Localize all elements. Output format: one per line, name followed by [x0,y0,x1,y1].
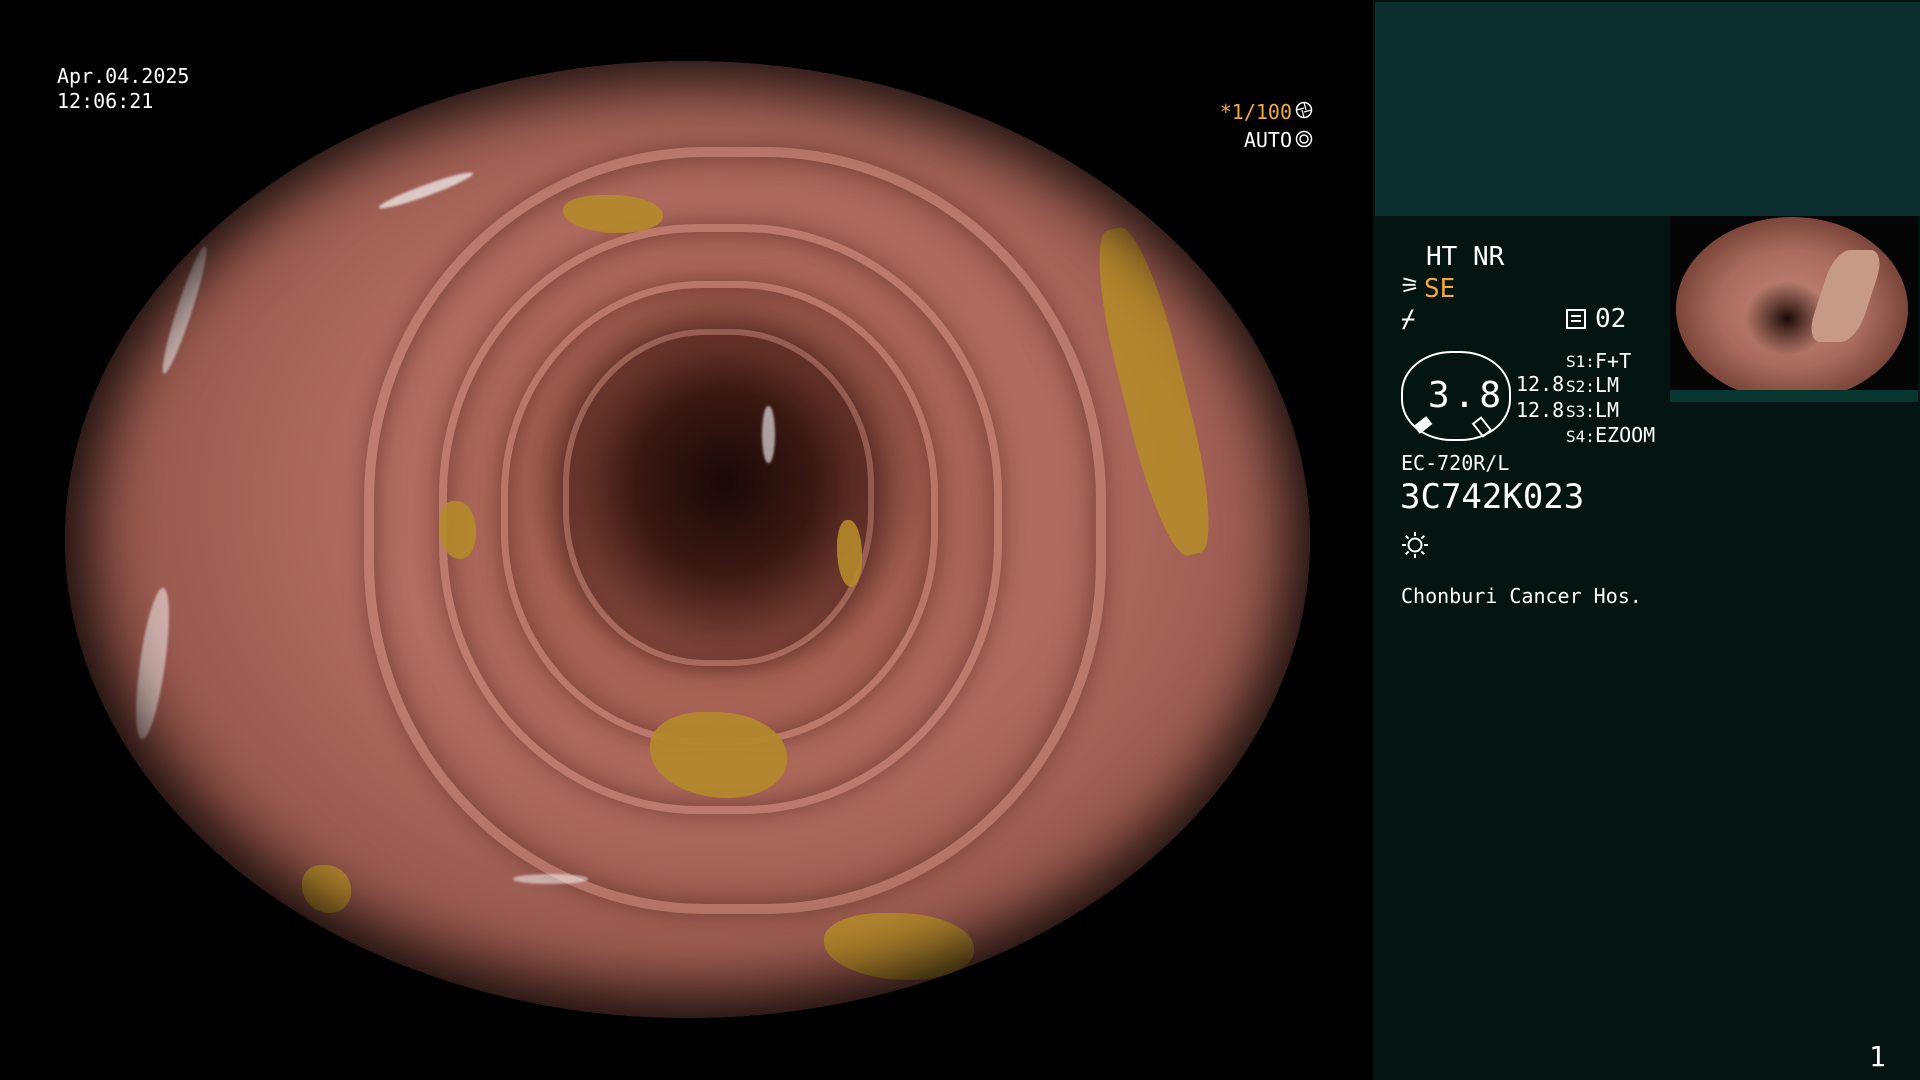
info-panel-header [1375,2,1920,216]
light-reflection [762,405,775,463]
structure-enhance: SE [1424,274,1456,304]
switch-key: S1: [1566,352,1595,371]
hospital-name: Chonburi Cancer Hos. [1401,584,1642,608]
switch-key: S4: [1566,427,1595,446]
residue-deposit [824,912,974,980]
switch-key: S2: [1566,377,1595,396]
switch-key: S3: [1566,402,1595,421]
light-reflection [513,874,588,884]
thumbnail-scope-image [1676,217,1908,401]
switch-value: LM [1595,398,1620,422]
processing-mode: HT NR [1426,242,1505,272]
se-icon: ⚞ [1400,274,1420,299]
mucosal-fold [563,328,874,667]
scope-top-mask [0,0,1373,61]
thumbnail-info-strip [1670,390,1918,402]
switch-value: EZOOM [1595,423,1656,447]
switch-value: F+T [1595,349,1632,373]
captured-image-thumbnail[interactable] [1670,216,1918,402]
value-top: 12.8 [1516,372,1565,396]
shutter-speed: *1/100 [1219,100,1292,124]
endoscope-viewport: Apr.04.2025 12:06:21 *1/100 AUTO [0,0,1373,1080]
endoscopic-image [65,61,1310,1018]
value-bottom: 12.8 [1516,398,1565,422]
exam-time: 12:06:21 [57,89,154,113]
sun-icon [1402,532,1428,558]
scope-model: EC-720R/L [1401,451,1510,475]
mode-number: 02 [1595,304,1627,334]
light-reflection [156,243,213,376]
shutter-icon [1295,101,1313,119]
exam-date: Apr.04.2025 [57,64,190,88]
light-reflection [377,168,475,214]
scope-serial: 3C742K023 [1400,477,1585,517]
switch-value: LM [1595,373,1620,397]
iris-mode: AUTO [1243,128,1292,152]
residue-deposit [301,864,352,913]
image-count: 1 [1869,1040,1886,1073]
mode-icon [1566,309,1586,329]
iris-icon [1295,130,1313,148]
enhance-icon: ⌿ [1401,305,1416,333]
gauge-value: 3.8 [1428,375,1506,416]
scope-bottom-mask [0,1018,1373,1080]
light-reflection [129,586,176,742]
